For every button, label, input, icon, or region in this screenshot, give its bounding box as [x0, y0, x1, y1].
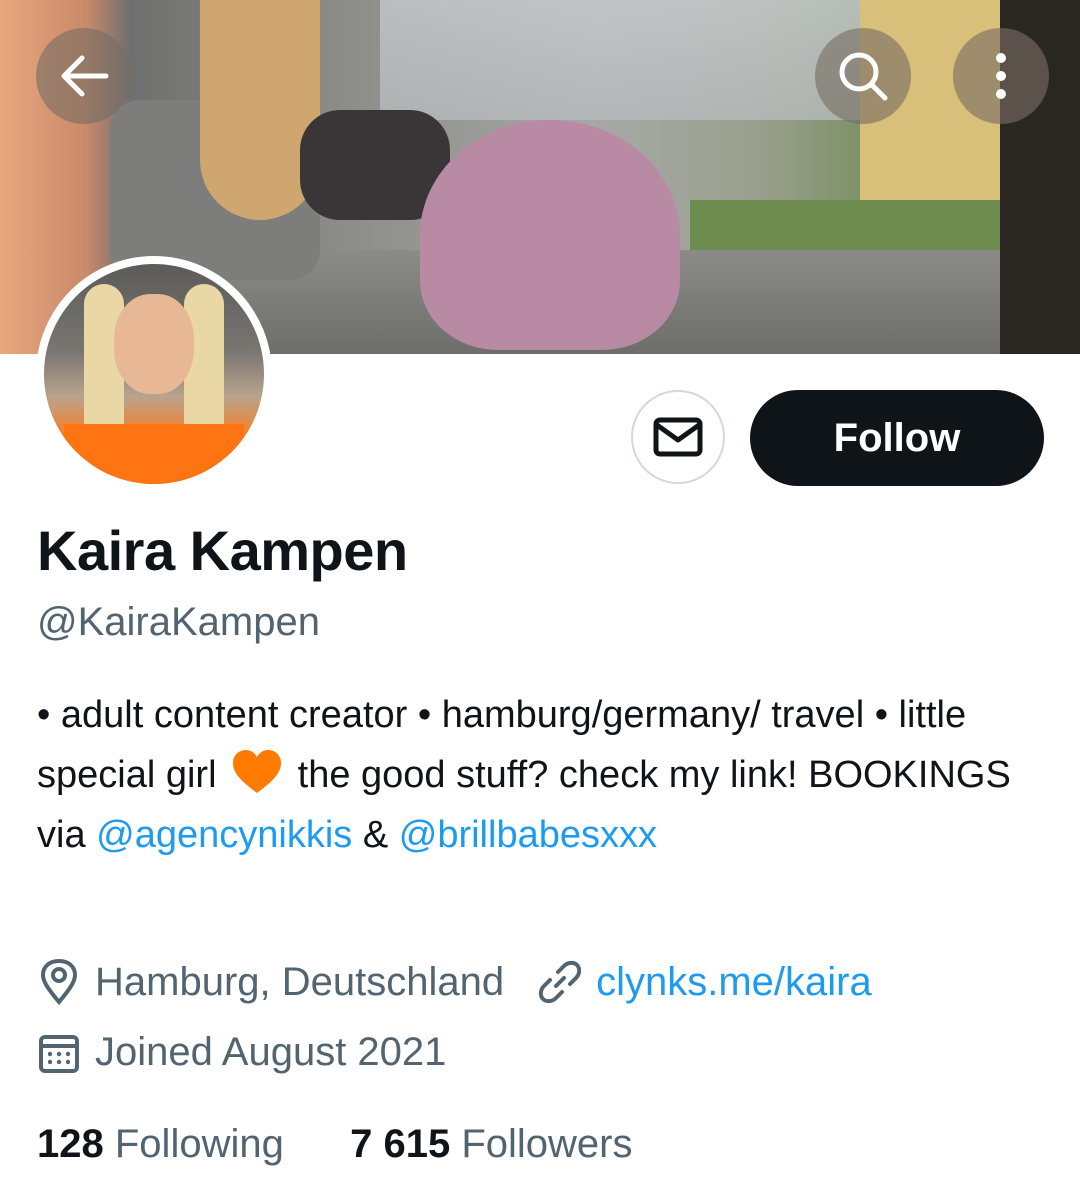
user-handle: @KairaKampen [37, 600, 320, 644]
search-icon [839, 52, 888, 101]
more-vertical-icon [996, 53, 1006, 99]
profile-meta-location-row: Hamburg, Deutschland clynks.me/kaira [37, 958, 872, 1006]
bio-mention-agencynikkis[interactable]: @agencynikkis [96, 814, 352, 856]
profile-bio: • adult content creator • hamburg/german… [37, 685, 1047, 865]
location-pin-icon [40, 958, 78, 1006]
following-count: 128 [37, 1122, 104, 1166]
bio-text-3: & [352, 814, 399, 856]
arrow-left-icon [61, 55, 109, 97]
avatar-photo [44, 264, 264, 484]
bio-mention-brillbabesxxx[interactable]: @brillbabesxxx [399, 814, 657, 856]
back-button[interactable] [36, 28, 132, 124]
more-button[interactable] [953, 28, 1049, 124]
followers-count: 7 615 [350, 1122, 451, 1166]
avatar[interactable] [36, 256, 272, 492]
joined-date: Joined August 2021 [95, 1030, 447, 1074]
followers-label: Followers [461, 1122, 633, 1166]
following-stat[interactable]: 128 Following [37, 1122, 284, 1166]
website-link[interactable]: clynks.me/kaira [596, 960, 872, 1005]
profile-stats: 128 Following 7 615 Followers [37, 1122, 632, 1167]
avatar-shirt [64, 424, 244, 484]
followers-stat[interactable]: 7 615 Followers [350, 1122, 632, 1166]
envelope-icon [653, 417, 703, 457]
calendar-icon [39, 1034, 79, 1073]
avatar-face [114, 294, 194, 394]
message-button[interactable] [631, 390, 725, 484]
display-name: Kaira Kampen [37, 519, 408, 582]
follow-button[interactable]: Follow [750, 390, 1044, 486]
profile-meta-joined-row: Joined August 2021 [37, 1030, 446, 1075]
following-label: Following [114, 1122, 284, 1166]
orange-heart-icon [233, 749, 282, 793]
search-button[interactable] [815, 28, 911, 124]
location-text: Hamburg, Deutschland [95, 959, 505, 1004]
link-icon [538, 960, 582, 1004]
banner-figure [420, 120, 680, 350]
